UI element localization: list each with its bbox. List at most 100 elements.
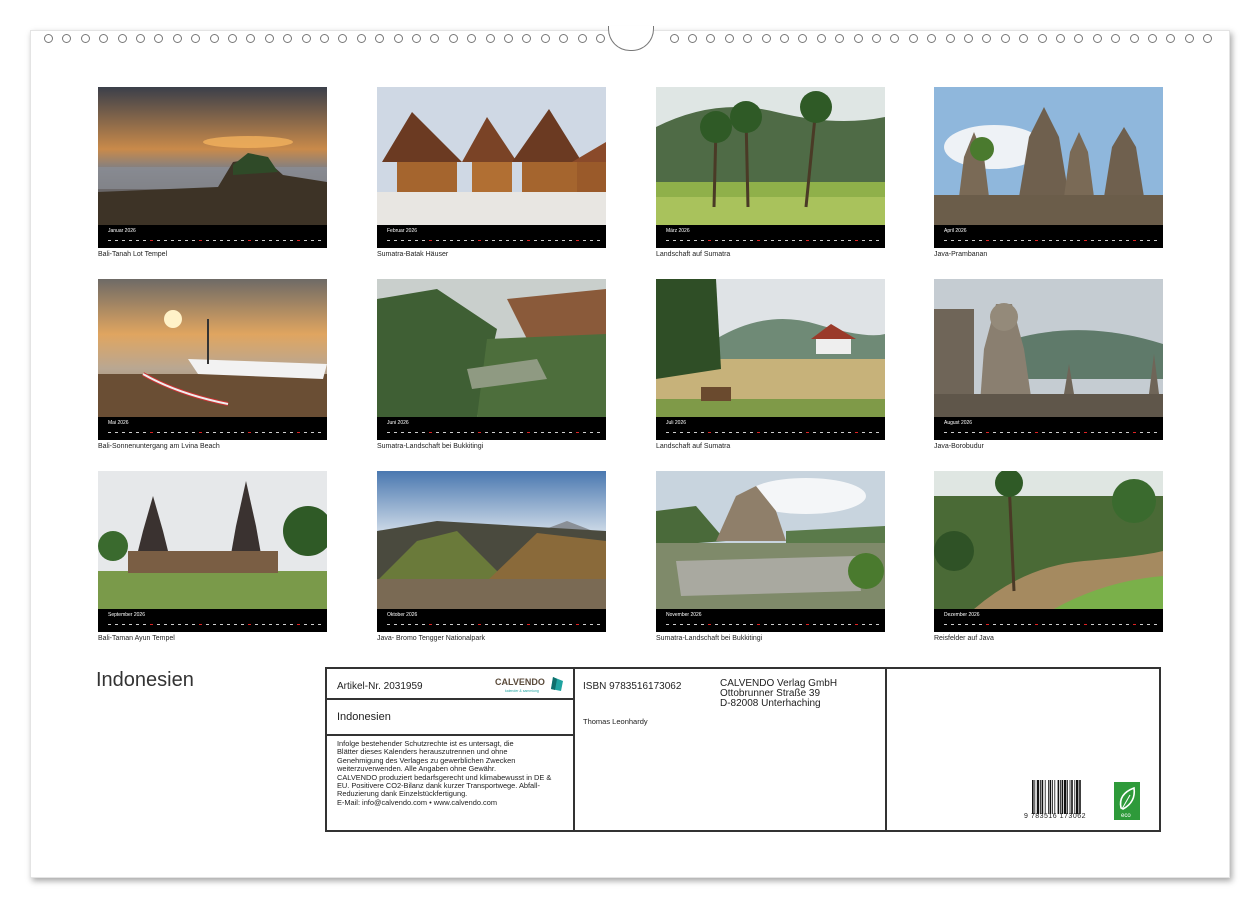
day-tick xyxy=(171,624,174,625)
legal-notice: Infolge bestehender Schutzrechte ist es … xyxy=(337,740,569,807)
day-tick xyxy=(506,240,509,241)
day-tick xyxy=(869,240,872,241)
day-tick xyxy=(527,240,530,241)
month-tile-april[interactable]: April 2026 Java-Prambanan xyxy=(934,87,1163,258)
day-tick xyxy=(876,432,879,433)
binding-ring xyxy=(62,34,71,43)
day-tick xyxy=(136,240,139,241)
day-tick xyxy=(576,624,579,625)
day-tick xyxy=(206,624,209,625)
day-tick xyxy=(583,240,586,241)
day-tick xyxy=(855,432,858,433)
photo-caption: Java-Borobudur xyxy=(934,443,1163,450)
month-tile-september[interactable]: September 2026 Bali-Taman Ayun Tempel xyxy=(98,471,327,642)
day-tick xyxy=(248,624,251,625)
day-tick xyxy=(143,624,146,625)
day-tick xyxy=(687,432,690,433)
day-tick xyxy=(1112,432,1115,433)
month-tile-may[interactable]: Mai 2026 Bali-Sonnenuntergang am Lvina B… xyxy=(98,279,327,450)
day-row xyxy=(387,622,600,627)
binding-ring xyxy=(44,34,53,43)
calendar-bar: Februar 2026 xyxy=(377,225,606,248)
day-tick xyxy=(771,240,774,241)
day-tick xyxy=(276,432,279,433)
day-tick xyxy=(513,240,516,241)
day-row xyxy=(666,238,879,243)
day-tick xyxy=(492,432,495,433)
day-tick xyxy=(520,240,523,241)
day-tick xyxy=(1007,240,1010,241)
day-tick xyxy=(513,624,516,625)
day-tick xyxy=(450,432,453,433)
day-tick xyxy=(1035,624,1038,625)
month-name: Dezember 2026 xyxy=(944,612,980,618)
day-tick xyxy=(464,624,467,625)
day-tick xyxy=(129,240,132,241)
day-tick xyxy=(701,624,704,625)
day-tick xyxy=(171,240,174,241)
day-tick xyxy=(1112,624,1115,625)
day-row xyxy=(387,430,600,435)
month-tile-june[interactable]: Juni 2026 Sumatra-Landschaft bei Bukkiti… xyxy=(377,279,606,450)
day-tick xyxy=(450,624,453,625)
day-tick xyxy=(673,432,676,433)
month-tile-february[interactable]: Februar 2026 Sumatra-Batak Häuser xyxy=(377,87,606,258)
day-tick xyxy=(862,240,865,241)
day-tick xyxy=(394,240,397,241)
day-tick xyxy=(206,240,209,241)
month-tile-december[interactable]: Dezember 2026 Reisfelder auf Java xyxy=(934,471,1163,642)
month-tile-august[interactable]: August 2026 Java-Borobudur xyxy=(934,279,1163,450)
day-tick xyxy=(422,240,425,241)
month-tile-october[interactable]: Oktober 2026 Java- Bromo Tengger Nationa… xyxy=(377,471,606,642)
photo-lovina-sunset xyxy=(98,279,327,417)
binding-ring xyxy=(706,34,715,43)
day-tick xyxy=(799,240,802,241)
month-tile-november[interactable]: November 2026 Sumatra-Landschaft bei Buk… xyxy=(656,471,885,642)
day-tick xyxy=(541,624,544,625)
day-tick xyxy=(1140,432,1143,433)
day-tick xyxy=(311,624,314,625)
binding-ring xyxy=(210,34,219,43)
day-tick xyxy=(150,240,153,241)
calendar-bar: September 2026 xyxy=(98,609,327,632)
day-tick xyxy=(394,624,397,625)
day-tick xyxy=(422,432,425,433)
month-tile-july[interactable]: Juli 2026 Landschaft auf Sumatra xyxy=(656,279,885,450)
month-tile-january[interactable]: Januar 2026 Bali-Tanah Lot Tempel xyxy=(98,87,327,258)
month-tile-march[interactable]: März 2026 Landschaft auf Sumatra xyxy=(656,87,885,258)
day-tick xyxy=(178,432,181,433)
day-tick xyxy=(590,624,593,625)
day-tick xyxy=(986,624,989,625)
day-tick xyxy=(792,624,795,625)
day-tick xyxy=(1154,240,1157,241)
photo-batak-houses xyxy=(377,87,606,225)
day-tick xyxy=(1105,432,1108,433)
day-tick xyxy=(122,624,125,625)
day-tick xyxy=(1014,240,1017,241)
day-tick xyxy=(979,624,982,625)
day-tick xyxy=(951,432,954,433)
day-tick xyxy=(269,432,272,433)
day-tick xyxy=(436,240,439,241)
day-tick xyxy=(993,432,996,433)
day-tick xyxy=(213,240,216,241)
day-row xyxy=(108,430,321,435)
day-tick xyxy=(722,240,725,241)
day-tick xyxy=(164,432,167,433)
day-tick xyxy=(248,432,251,433)
binding-ring xyxy=(467,34,476,43)
binding-ring xyxy=(375,34,384,43)
day-tick xyxy=(464,432,467,433)
calendar-bar: März 2026 xyxy=(656,225,885,248)
day-tick xyxy=(1007,624,1010,625)
day-tick xyxy=(569,432,572,433)
day-tick xyxy=(1133,240,1136,241)
day-tick xyxy=(164,624,167,625)
day-tick xyxy=(1014,624,1017,625)
day-tick xyxy=(513,432,516,433)
day-tick xyxy=(764,624,767,625)
day-tick xyxy=(729,240,732,241)
day-tick xyxy=(234,432,237,433)
day-tick xyxy=(841,240,844,241)
day-tick xyxy=(694,624,697,625)
